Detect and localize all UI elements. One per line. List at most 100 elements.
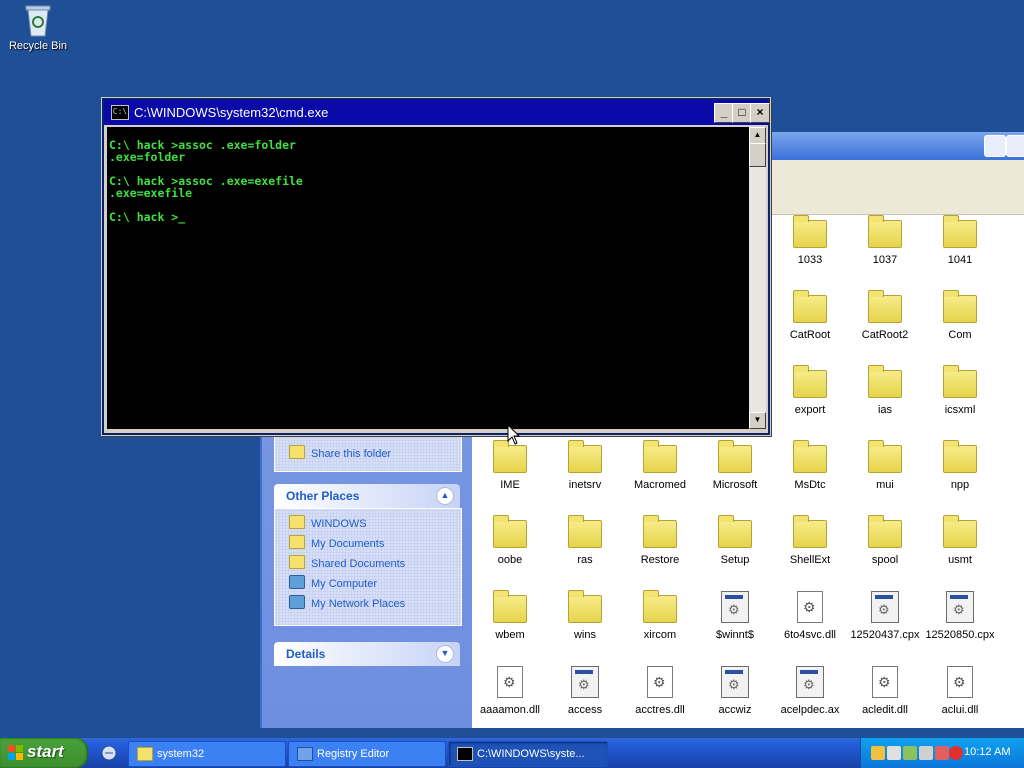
file-item[interactable]: CatRoot [772, 290, 848, 341]
file-label: icsxml [944, 404, 976, 416]
start-button[interactable]: start [0, 738, 88, 768]
share-folder-link[interactable]: Share this folder [289, 445, 391, 463]
folder-icon [943, 215, 977, 248]
maximize-icon[interactable] [1006, 135, 1024, 157]
file-item[interactable]: export [772, 365, 848, 416]
file-item[interactable]: Setup [697, 515, 773, 566]
file-item[interactable]: ras [547, 515, 623, 566]
file-item[interactable]: 1033 [772, 215, 848, 266]
file-item[interactable]: ias [847, 365, 923, 416]
place-windows[interactable]: WINDOWS [289, 515, 367, 533]
file-item[interactable]: 1041 [922, 215, 998, 266]
file-item[interactable]: acctres.dll [622, 666, 698, 716]
file-item[interactable]: wbem [472, 590, 548, 641]
file-label: 12520850.cpx [925, 629, 995, 641]
place-shared-documents[interactable]: Shared Documents [289, 555, 405, 573]
file-item[interactable]: Microsoft [697, 440, 773, 491]
file-item[interactable]: acelpdec.ax [772, 666, 848, 716]
file-item[interactable]: xircom [622, 590, 698, 641]
maximize-button[interactable]: □ [732, 103, 752, 123]
scroll-up-icon[interactable]: ▲ [749, 127, 766, 144]
place-my-computer[interactable]: My Computer [289, 575, 377, 593]
file-label: inetsrv [568, 479, 602, 491]
task-system32[interactable]: system32 [128, 741, 286, 767]
file-item[interactable]: Com [922, 290, 998, 341]
file-label: accwiz [718, 704, 752, 716]
file-item[interactable]: spool [847, 515, 923, 566]
file-item[interactable]: MsDtc [772, 440, 848, 491]
file-item[interactable]: Macromed [622, 440, 698, 491]
file-icon [571, 666, 599, 698]
file-item[interactable]: wins [547, 590, 623, 641]
minimize-button[interactable]: _ [714, 103, 734, 123]
scroll-thumb[interactable] [749, 143, 766, 167]
cmd-console-output[interactable]: C:\ hack >assoc .exe=folder .exe=folder … [107, 127, 749, 429]
file-label: mui [876, 479, 894, 491]
network-icon[interactable] [919, 746, 933, 760]
computer-icon [289, 575, 305, 589]
minimize-icon[interactable] [984, 135, 1006, 157]
file-item[interactable]: npp [922, 440, 998, 491]
security-icon[interactable] [935, 746, 949, 760]
tray-icon-3[interactable] [903, 746, 917, 760]
file-item[interactable]: 12520850.cpx [922, 591, 998, 641]
task-registry-editor[interactable]: Registry Editor [288, 741, 446, 767]
alert-icon[interactable] [949, 746, 963, 760]
file-item[interactable]: inetsrv [547, 440, 623, 491]
file-item[interactable]: aaaamon.dll [472, 666, 548, 716]
folder-icon [943, 290, 977, 323]
volume-icon[interactable] [887, 746, 901, 760]
quick-launch-icon[interactable] [100, 744, 118, 762]
file-label: spool [871, 554, 899, 566]
file-icon [947, 666, 973, 698]
file-item[interactable]: $winnt$ [697, 591, 773, 641]
task-cmd[interactable]: C:\WINDOWS\syste... [448, 741, 608, 767]
file-item[interactable]: oobe [472, 515, 548, 566]
folder-icon [718, 440, 752, 473]
file-item[interactable]: aclui.dll [922, 666, 998, 716]
file-item[interactable]: CatRoot2 [847, 290, 923, 341]
file-label: wins [573, 629, 596, 641]
file-label: MsDtc [794, 479, 826, 491]
close-button[interactable]: × [750, 103, 770, 123]
clock[interactable]: 10:12 AM [964, 746, 1010, 758]
cmd-titlebar[interactable]: C:\ C:\WINDOWS\system32\cmd.exe _ □ × [104, 100, 770, 125]
file-label: access [567, 704, 603, 716]
cmd-scrollbar[interactable]: ▲ ▼ [749, 127, 766, 429]
file-label: CatRoot [789, 329, 831, 341]
chevron-down-icon[interactable]: ▼ [436, 645, 454, 663]
file-item[interactable]: 6to4svc.dll [772, 591, 848, 641]
file-label: CatRoot2 [861, 329, 909, 341]
file-label: 1037 [872, 254, 898, 266]
file-item[interactable]: acledit.dll [847, 666, 923, 716]
place-my-documents[interactable]: My Documents [289, 535, 384, 553]
place-my-network-places[interactable]: My Network Places [289, 595, 405, 613]
details-header[interactable]: Details ▼ [274, 642, 460, 666]
file-label: 1041 [947, 254, 973, 266]
file-item[interactable]: ShellExt [772, 515, 848, 566]
file-item[interactable]: mui [847, 440, 923, 491]
file-label: usmt [948, 554, 972, 566]
file-item[interactable]: 12520437.cpx [847, 591, 923, 641]
scroll-down-icon[interactable]: ▼ [749, 412, 766, 429]
file-item[interactable]: Restore [622, 515, 698, 566]
file-icon [797, 591, 823, 623]
file-item[interactable]: usmt [922, 515, 998, 566]
other-places-header[interactable]: Other Places ▲ [274, 484, 460, 508]
file-label: acelpdec.ax [780, 704, 840, 716]
recycle-bin-label: Recycle Bin [8, 40, 68, 52]
chevron-up-icon[interactable]: ▲ [436, 487, 454, 505]
file-item[interactable]: icsxml [922, 365, 998, 416]
tray-icon-1[interactable] [871, 746, 885, 760]
file-item[interactable]: access [547, 666, 623, 716]
file-item[interactable]: 1037 [847, 215, 923, 266]
file-item[interactable]: accwiz [697, 666, 773, 716]
file-label: Setup [720, 554, 750, 566]
folder-icon [868, 215, 902, 248]
file-label: aclui.dll [941, 704, 979, 716]
recycle-bin-desktop-icon[interactable]: Recycle Bin [6, 2, 70, 52]
file-item[interactable]: IME [472, 440, 548, 491]
folder-icon [868, 440, 902, 473]
details-title: Details [286, 647, 326, 661]
folder-icon [643, 515, 677, 548]
